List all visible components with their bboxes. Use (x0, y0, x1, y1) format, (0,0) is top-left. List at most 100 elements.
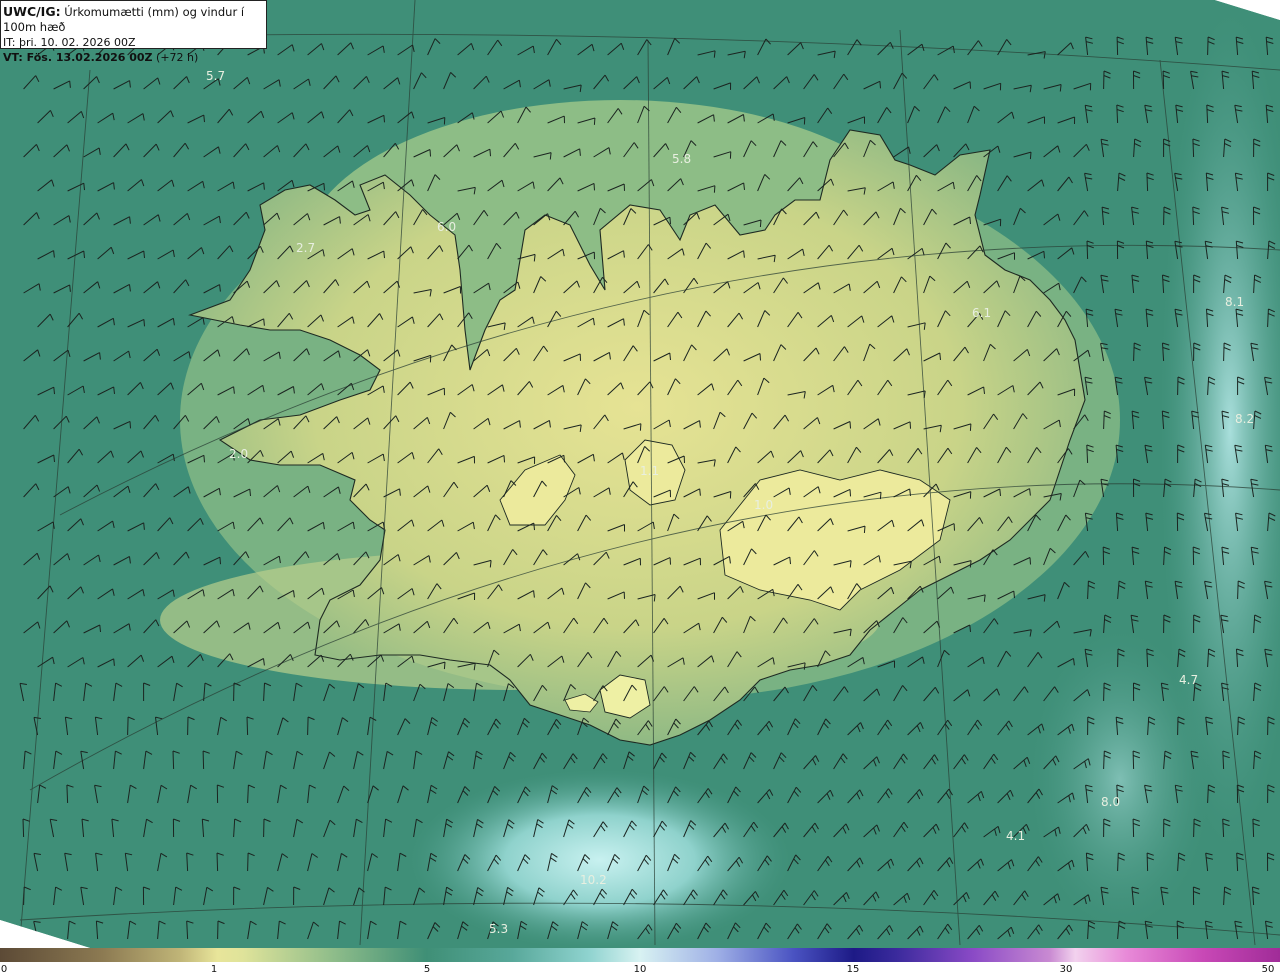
map-value-label: 8.0 (1101, 795, 1120, 809)
wind-barb-feather (203, 455, 205, 463)
wind-barb-feather (249, 489, 251, 497)
wind-barb-feather (563, 455, 565, 463)
wind-barb-feather (383, 115, 385, 123)
wind-barb-feather (759, 353, 761, 361)
wind-barb-feather (263, 182, 265, 190)
map-value-label: 5.3 (489, 922, 508, 936)
precipitation-colorbar (0, 948, 1280, 962)
wind-barb-feather (879, 81, 881, 89)
wind-barb-staff (1086, 240, 1089, 260)
map-value-label: 6.0 (437, 220, 456, 234)
wind-barb-staff (1207, 36, 1209, 56)
wind-barb-feather (1013, 591, 1015, 599)
wind-barb-staff (216, 852, 219, 872)
wind-barb-feather (999, 488, 1001, 496)
wind-barb-feather (503, 455, 505, 463)
wind-barb-staff (1103, 750, 1105, 770)
wind-barb-feather (1043, 251, 1045, 259)
map-value-label: 10.2 (580, 873, 607, 887)
map-value-label: 2.0 (229, 447, 248, 461)
wind-barb-feather (83, 250, 85, 259)
wind-barb-feather (789, 557, 791, 565)
wind-barb-feather (53, 454, 55, 463)
wind-barb-staff (1192, 138, 1195, 158)
wind-barb-staff (1252, 818, 1255, 838)
wind-barb-feather (579, 148, 581, 156)
wind-barb-staff (1237, 580, 1239, 600)
wind-barb-feather (533, 523, 535, 531)
wind-barb-staff (23, 886, 25, 906)
map-value-label: 5.8 (672, 152, 691, 166)
wind-barb-feather (143, 522, 145, 530)
wind-barb-feather (69, 80, 71, 88)
wind-barb-feather (1029, 557, 1031, 565)
map-value-label: 8.2 (1235, 412, 1254, 426)
wind-barb-feather (143, 319, 145, 327)
map-value-label: 6.1 (972, 306, 991, 320)
map-value-label: 5.7 (206, 69, 225, 83)
valid-time: VT: Fös. 13.02.2026 00Z (3, 51, 153, 64)
colorbar-tick: 1 (210, 964, 218, 975)
wind-barb-staff (202, 750, 205, 770)
wind-barb-staff (1223, 342, 1225, 362)
model-label: UWC/IG: (3, 4, 61, 19)
colorbar-tick: 0 (0, 964, 8, 975)
wind-barb-feather (863, 526, 866, 534)
wind-barb-staff (307, 716, 309, 736)
map-value-label: 8.1 (1225, 295, 1244, 309)
map-value-label: 2.7 (296, 241, 315, 255)
colorbar-tick: 10 (633, 964, 647, 975)
wind-barb-feather (263, 318, 265, 326)
wind-barb-staff (22, 818, 25, 838)
wind-barb-feather (219, 557, 221, 565)
wind-barb-feather (669, 217, 671, 225)
wind-barb-staff (1133, 342, 1135, 362)
colorbar-tick: 15 (846, 964, 860, 975)
wind-barb-feather (759, 219, 762, 228)
product-title-line: UWC/IG: Úrkomumætti (mm) og vindur í 100… (3, 4, 266, 35)
wind-barb-feather (593, 183, 595, 191)
wind-barb-feather (969, 216, 971, 225)
colorbar-tick: 50 (1261, 964, 1275, 975)
wind-barb-feather (443, 662, 446, 670)
map-value-label: 4.1 (1006, 829, 1025, 843)
wind-barb-staff (1162, 70, 1165, 90)
wind-barb-feather (939, 352, 941, 360)
wind-barb-staff (172, 750, 175, 770)
wind-barb-feather (53, 387, 55, 395)
wind-barb-staff (1237, 716, 1239, 736)
wind-barb-staff (1116, 36, 1119, 56)
valid-time-line: VT: Fös. 13.02.2026 00Z (+72 h) (3, 50, 266, 65)
wind-barb-feather (699, 488, 701, 496)
wind-barb-feather (99, 624, 101, 633)
wind-barb-feather (849, 489, 851, 497)
wind-barb-staff (66, 784, 69, 804)
lead-time: (+72 h) (156, 51, 199, 64)
wind-barb-feather (1029, 152, 1032, 160)
wind-barb-feather (593, 117, 596, 125)
colorbar-tick: 30 (1059, 964, 1073, 975)
wind-barb-feather (323, 183, 325, 191)
wind-barb-staff (1132, 818, 1135, 838)
precipitation-wind-map: 5.7 5.8 6.0 2.7 6.1 8.1 8.2 2.0 1.1 1.0 … (0, 0, 1280, 948)
wind-barb-staff (1193, 818, 1195, 838)
map-value-label: 1.1 (640, 464, 659, 478)
wind-barb-staff (246, 716, 249, 736)
wind-barb-feather (83, 183, 85, 191)
wind-barb-feather (429, 149, 431, 157)
wind-barb-feather (669, 352, 671, 361)
wind-barb-feather (129, 421, 131, 429)
wind-barb-staff (1117, 852, 1119, 872)
wind-barb-staff (1103, 682, 1105, 702)
wind-barb-staff (1132, 750, 1135, 770)
wind-barb-feather (69, 284, 71, 292)
wind-barb-feather (383, 251, 385, 259)
init-time: IT: þri. 10. 02. 2026 00Z (3, 36, 136, 49)
wind-barb-feather (489, 149, 491, 157)
wind-barb-feather (113, 658, 115, 666)
wind-barb-staff (127, 716, 129, 736)
wind-barb-feather (713, 185, 716, 193)
wind-barb-staff (1146, 852, 1149, 872)
colorbar-tick: 5 (423, 964, 431, 975)
map-value-label: 4.7 (1179, 673, 1198, 687)
